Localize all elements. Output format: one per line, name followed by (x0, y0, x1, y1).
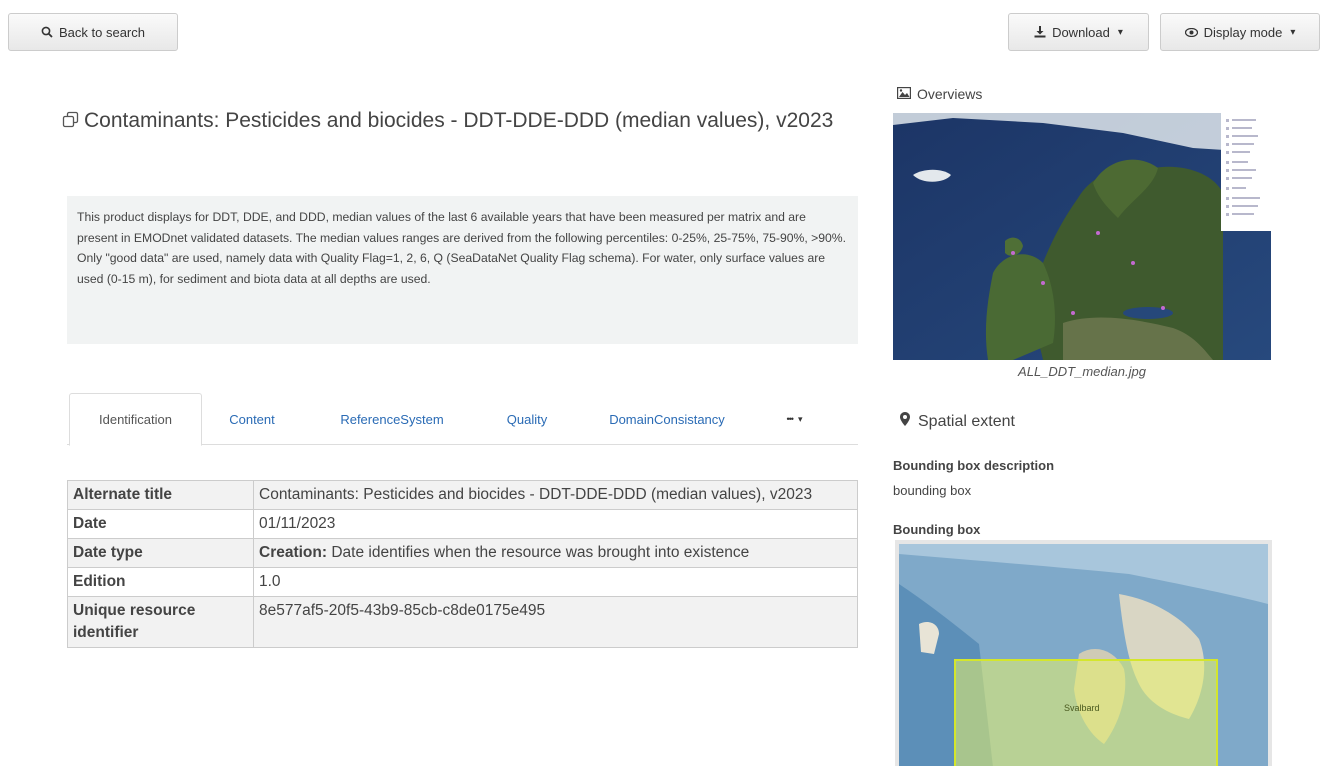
row-key: Date type (67, 538, 254, 568)
download-dropdown-button[interactable]: Download ▾ (1008, 13, 1149, 51)
caret-down-icon: ▾ (1290, 26, 1296, 38)
copy-icon (62, 110, 80, 128)
row-value-container: Creation: Date identifies when the resou… (253, 538, 858, 568)
display-mode-dropdown-button[interactable]: Display mode ▾ (1160, 13, 1320, 51)
bounding-box-map[interactable]: Svalbard (895, 540, 1272, 766)
bbox-description-value: bounding box (893, 483, 972, 498)
overview-caption: ALL_DDT_median.jpg (1018, 364, 1146, 379)
table-row: Alternate title Contaminants: Pesticides… (67, 480, 858, 510)
download-label: Download (1052, 24, 1110, 40)
row-key: Alternate title (67, 480, 254, 510)
overviews-heading: Overviews (897, 86, 982, 102)
display-mode-label: Display mode (1203, 24, 1283, 40)
tab-content[interactable]: Content (212, 393, 292, 445)
tab-domain-consistancy[interactable]: DomainConsistancy (587, 393, 747, 445)
row-value: Contaminants: Pesticides and biocides - … (253, 480, 858, 510)
map-marker-icon (900, 412, 910, 431)
row-key: Unique resource identifier (67, 596, 254, 648)
svalbard-map-label: Svalbard (1064, 703, 1100, 713)
bbox-label: Bounding box (893, 522, 981, 537)
table-row: Date 01/11/2023 (67, 509, 858, 539)
table-row: Edition 1.0 (67, 567, 858, 597)
table-row: Unique resource identifier 8e577af5-20f5… (67, 596, 858, 648)
record-title: Contaminants: Pesticides and biocides - … (84, 109, 834, 132)
page-title: Contaminants: Pesticides and biocides - … (62, 108, 842, 134)
overview-thumbnail[interactable] (893, 113, 1271, 360)
overviews-label: Overviews (917, 86, 983, 102)
search-icon (41, 26, 53, 38)
identification-table: Alternate title Contaminants: Pesticides… (67, 480, 858, 648)
row-value: 8e577af5-20f5-43b9-85cb-c8de0175e495 (253, 596, 858, 648)
row-key: Edition (67, 567, 254, 597)
spatial-extent-label: Spatial extent (918, 412, 1015, 430)
bbox-description-label: Bounding box description (893, 458, 1055, 473)
record-tabs: Identification Content ReferenceSystem Q… (67, 393, 858, 446)
abstract-text: This product displays for DDT, DDE, and … (77, 210, 847, 286)
more-icon: ••• (786, 414, 795, 424)
row-value: 01/11/2023 (253, 509, 858, 539)
tab-reference-system[interactable]: ReferenceSystem (317, 393, 467, 445)
tab-more-dropdown[interactable]: ••• ▾ (772, 393, 817, 445)
abstract-box: This product displays for DDT, DDE, and … (67, 196, 858, 344)
download-icon (1034, 26, 1046, 38)
table-row: Date type Creation: Date identifies when… (67, 538, 858, 568)
tab-quality[interactable]: Quality (492, 393, 562, 445)
row-value: 1.0 (253, 567, 858, 597)
row-key: Date (67, 509, 254, 539)
eye-icon (1184, 27, 1198, 37)
caret-down-icon: ▾ (797, 413, 803, 424)
back-to-search-button[interactable]: Back to search (8, 13, 178, 51)
back-to-search-label: Back to search (59, 24, 145, 40)
row-value-bold: Creation: (259, 544, 328, 561)
tab-identification[interactable]: Identification (69, 393, 202, 446)
image-icon (897, 86, 912, 102)
spatial-extent-heading: Spatial extent (900, 412, 1015, 431)
row-value: Date identifies when the resource was br… (327, 544, 750, 561)
caret-down-icon: ▾ (1117, 26, 1123, 38)
